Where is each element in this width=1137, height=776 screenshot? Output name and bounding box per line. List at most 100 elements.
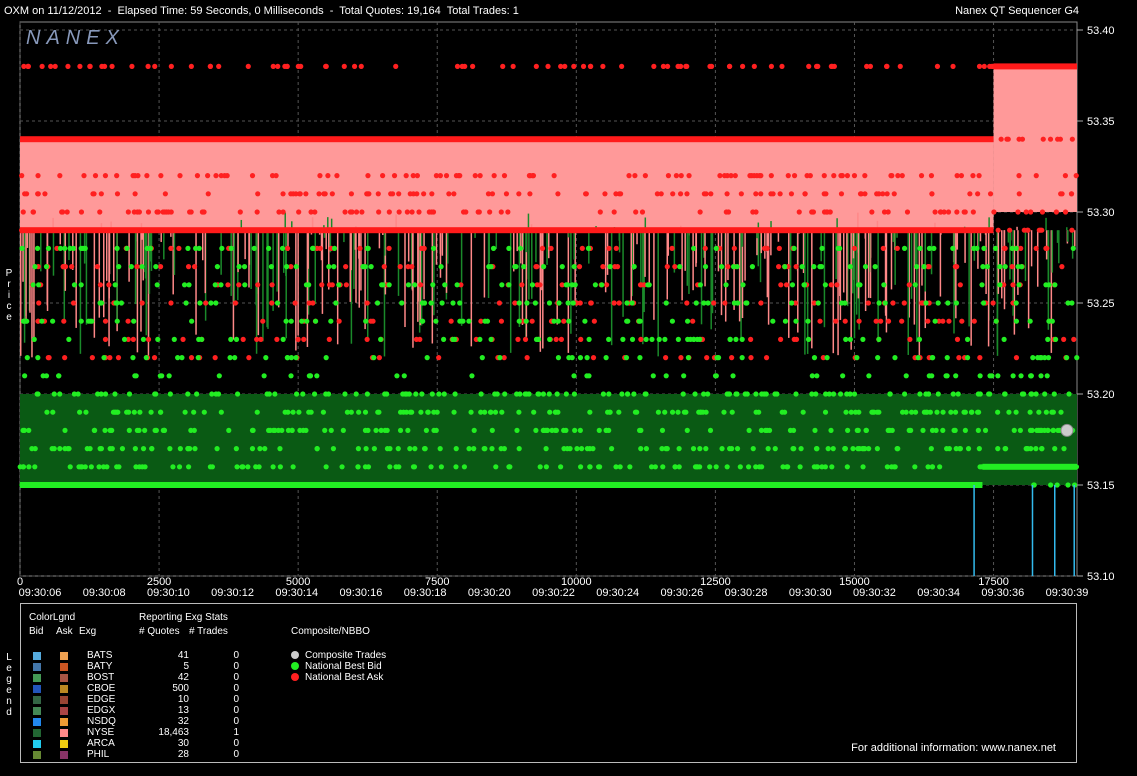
ask-quote-dot: [918, 173, 925, 179]
bid-quote-dot: [940, 409, 946, 415]
bid-quote-dot: [619, 391, 625, 397]
ask-quote-dot: [642, 173, 648, 179]
bid-quote-dot: [176, 464, 183, 470]
bid-quote-dot: [143, 355, 149, 361]
bid-quote-dot: [928, 446, 934, 452]
bid-quote-dot: [272, 427, 278, 433]
bid-quote-dot: [1019, 264, 1025, 270]
bid-quote-dot: [62, 245, 68, 251]
national-best-ask-line: [993, 63, 1077, 70]
bid-quote-dot: [774, 391, 780, 397]
bid-quote-dot: [743, 300, 749, 306]
ask-quote-dot: [802, 191, 808, 197]
bid-quote-dot: [684, 427, 690, 433]
ask-quote-dot: [750, 209, 756, 215]
bid-quote-dot: [535, 336, 542, 342]
ask-quote-dot: [768, 63, 775, 69]
bid-quote-dot: [125, 409, 132, 415]
ask-quote-dot: [791, 336, 797, 342]
ask-quote-dot: [365, 191, 371, 197]
ask-quote-dot: [952, 264, 959, 270]
bid-quote-dot: [373, 427, 379, 433]
ask-quote-dot: [326, 336, 332, 342]
y-tick-label: 53.40: [1087, 25, 1115, 37]
ask-swatch: [60, 685, 68, 693]
ask-quote-dot: [376, 209, 382, 215]
ask-quote-dot: [87, 63, 93, 69]
bid-quote-dot: [438, 264, 444, 270]
ask-quote-dot: [448, 318, 454, 324]
bid-quote-dot: [284, 355, 291, 361]
ask-quote-dot: [555, 191, 561, 197]
bid-quote-dot: [477, 336, 483, 342]
bid-quote-dot: [571, 391, 578, 397]
ask-quote-dot: [748, 336, 754, 342]
ask-quote-dot: [957, 282, 963, 288]
ask-quote-dot: [319, 282, 325, 288]
bid-quote-dot: [153, 391, 159, 397]
ask-quote-dot: [351, 63, 358, 69]
time-label: 09:30:26: [660, 587, 703, 599]
ask-quote-dot: [929, 191, 935, 197]
bid-quote-dot: [979, 282, 985, 288]
bid-quote-dot: [365, 464, 372, 470]
bid-quote-dot: [1036, 427, 1042, 433]
bid-quote-dot: [917, 391, 923, 397]
ask-quote-dot: [325, 173, 331, 179]
bid-quote-dot: [935, 391, 941, 397]
ask-quote-dot: [130, 336, 136, 342]
bid-quote-dot: [405, 282, 412, 288]
ask-quote-dot: [505, 209, 511, 215]
bid-quote-dot: [812, 427, 818, 433]
ask-quote-dot: [1069, 136, 1075, 142]
bid-quote-dot: [691, 245, 697, 251]
composite-label: National Best Ask: [305, 672, 384, 683]
bid-quote-dot: [310, 245, 316, 251]
bid-quote-dot: [314, 446, 320, 452]
bid-quote-dot: [213, 300, 219, 306]
ask-quote-dot: [833, 318, 839, 324]
ask-quote-dot: [639, 209, 646, 215]
bid-quote-dot: [453, 446, 459, 452]
bid-quote-dot: [951, 427, 957, 433]
bid-quote-dot: [584, 355, 590, 361]
ask-quote-dot: [81, 173, 87, 179]
bid-quote-dot: [624, 391, 631, 397]
bid-quote-dot: [249, 446, 256, 452]
bid-quote-dot: [119, 446, 126, 452]
ask-quote-dot: [20, 209, 26, 215]
bid-quote-dot: [681, 373, 687, 379]
bid-quote-dot: [753, 391, 759, 397]
ask-quote-dot: [865, 300, 871, 306]
bid-quote-dot: [342, 391, 348, 397]
bid-quote-dot: [901, 245, 908, 251]
bid-quote-dot: [1027, 318, 1033, 324]
bid-quote-dot: [407, 446, 413, 452]
ask-quote-dot: [796, 209, 802, 215]
bid-quote-dot: [126, 427, 132, 433]
bid-quote-dot: [642, 391, 648, 397]
ask-quote-dot: [895, 173, 901, 179]
bid-quote-dot: [587, 409, 593, 415]
ask-quote-dot: [977, 355, 983, 361]
bid-quote-dot: [825, 446, 831, 452]
bid-quote-dot: [1009, 245, 1015, 251]
bid-quote-dot: [693, 300, 699, 306]
bid-quote-dot: [469, 373, 475, 379]
legend-panel: ColorLgnd Bid Ask Exg Reporting Exg Stat…: [20, 603, 1077, 763]
ask-quote-dot: [975, 191, 981, 197]
time-label: 09:30:22: [532, 587, 575, 599]
bid-quote-dot: [1052, 336, 1059, 342]
bid-quote-dot: [360, 264, 366, 270]
ask-quote-dot: [498, 209, 504, 215]
bid-quote-dot: [556, 300, 562, 306]
bid-quote-dot: [517, 391, 523, 397]
ask-quote-dot: [561, 318, 567, 324]
bid-quote-dot: [613, 464, 619, 470]
bid-quote-dot: [731, 300, 737, 306]
bid-quote-dot: [516, 446, 522, 452]
bid-quote-dot: [397, 409, 404, 415]
bid-quote-dot: [663, 446, 669, 452]
bid-quote-dot: [267, 427, 273, 433]
bid-quote-dot: [399, 300, 405, 306]
